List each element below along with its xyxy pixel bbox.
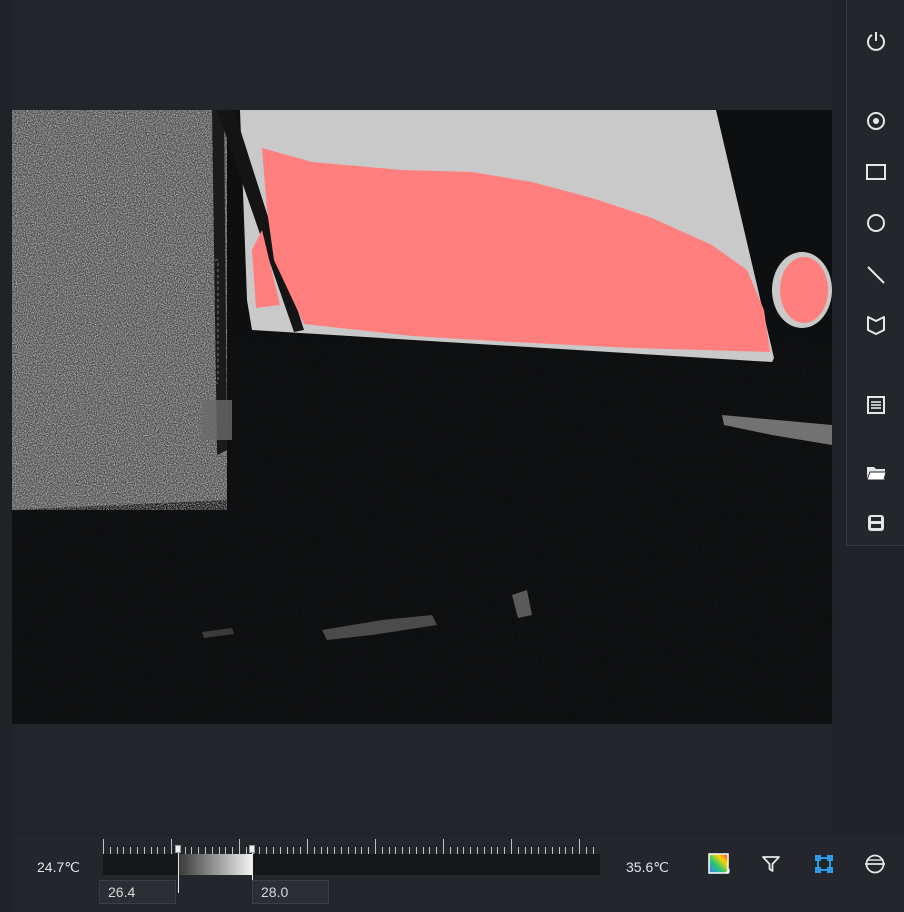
polygon-icon [867, 316, 885, 335]
save-button[interactable] [863, 510, 889, 536]
list-button[interactable] [863, 392, 889, 418]
spot-target-icon [867, 112, 885, 130]
power-icon [867, 32, 885, 51]
line-icon [867, 266, 885, 284]
filter-icon [762, 856, 780, 872]
open-folder-button[interactable] [863, 460, 889, 486]
thermal-image[interactable] [12, 110, 832, 724]
list-icon [867, 396, 885, 414]
image-viewport [12, 0, 832, 834]
min-temperature-label: 24.7℃ [37, 859, 80, 875]
thermal-frame [12, 110, 832, 724]
palette-button[interactable] [706, 851, 732, 877]
low-value-field[interactable]: 26.4 [99, 880, 176, 904]
region-select-icon [815, 855, 833, 873]
palette-icon [708, 853, 730, 874]
isotherm-button[interactable] [862, 851, 888, 877]
max-temperature-label: 35.6℃ [626, 859, 669, 875]
circle-tool-button[interactable] [863, 210, 889, 236]
spot-tool-button[interactable] [863, 108, 889, 134]
rectangle-icon [866, 164, 886, 180]
high-value-field[interactable]: 28.0 [252, 880, 329, 904]
circle-icon [867, 214, 885, 232]
filter-button[interactable] [758, 851, 784, 877]
folder-icon [866, 467, 887, 481]
line-tool-button[interactable] [863, 262, 889, 288]
polygon-tool-button[interactable] [863, 312, 889, 338]
power-button[interactable] [863, 28, 889, 54]
isotherm-icon [865, 854, 885, 874]
save-icon [868, 515, 884, 531]
bottom-bar: 24.7℃ 26.4 28.0 35.6℃ [12, 835, 904, 912]
rectangle-tool-button[interactable] [863, 159, 889, 185]
low-range-handle[interactable] [175, 845, 182, 893]
right-toolbar [846, 0, 904, 546]
alarm-spot [780, 257, 828, 323]
region-select-button[interactable] [811, 851, 837, 877]
selected-range-gradient [179, 854, 252, 875]
